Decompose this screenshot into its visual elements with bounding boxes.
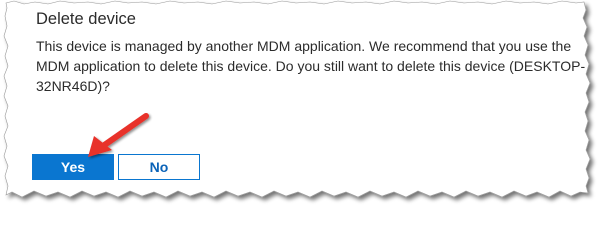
screenshot-stage: Delete device This device is managed by … xyxy=(0,0,614,220)
dialog-message: This device is managed by another MDM ap… xyxy=(36,38,586,94)
no-button[interactable]: No xyxy=(118,154,200,180)
dialog-title: Delete device xyxy=(36,10,136,28)
yes-button[interactable]: Yes xyxy=(32,154,114,180)
delete-device-dialog: Delete device This device is managed by … xyxy=(0,0,614,220)
